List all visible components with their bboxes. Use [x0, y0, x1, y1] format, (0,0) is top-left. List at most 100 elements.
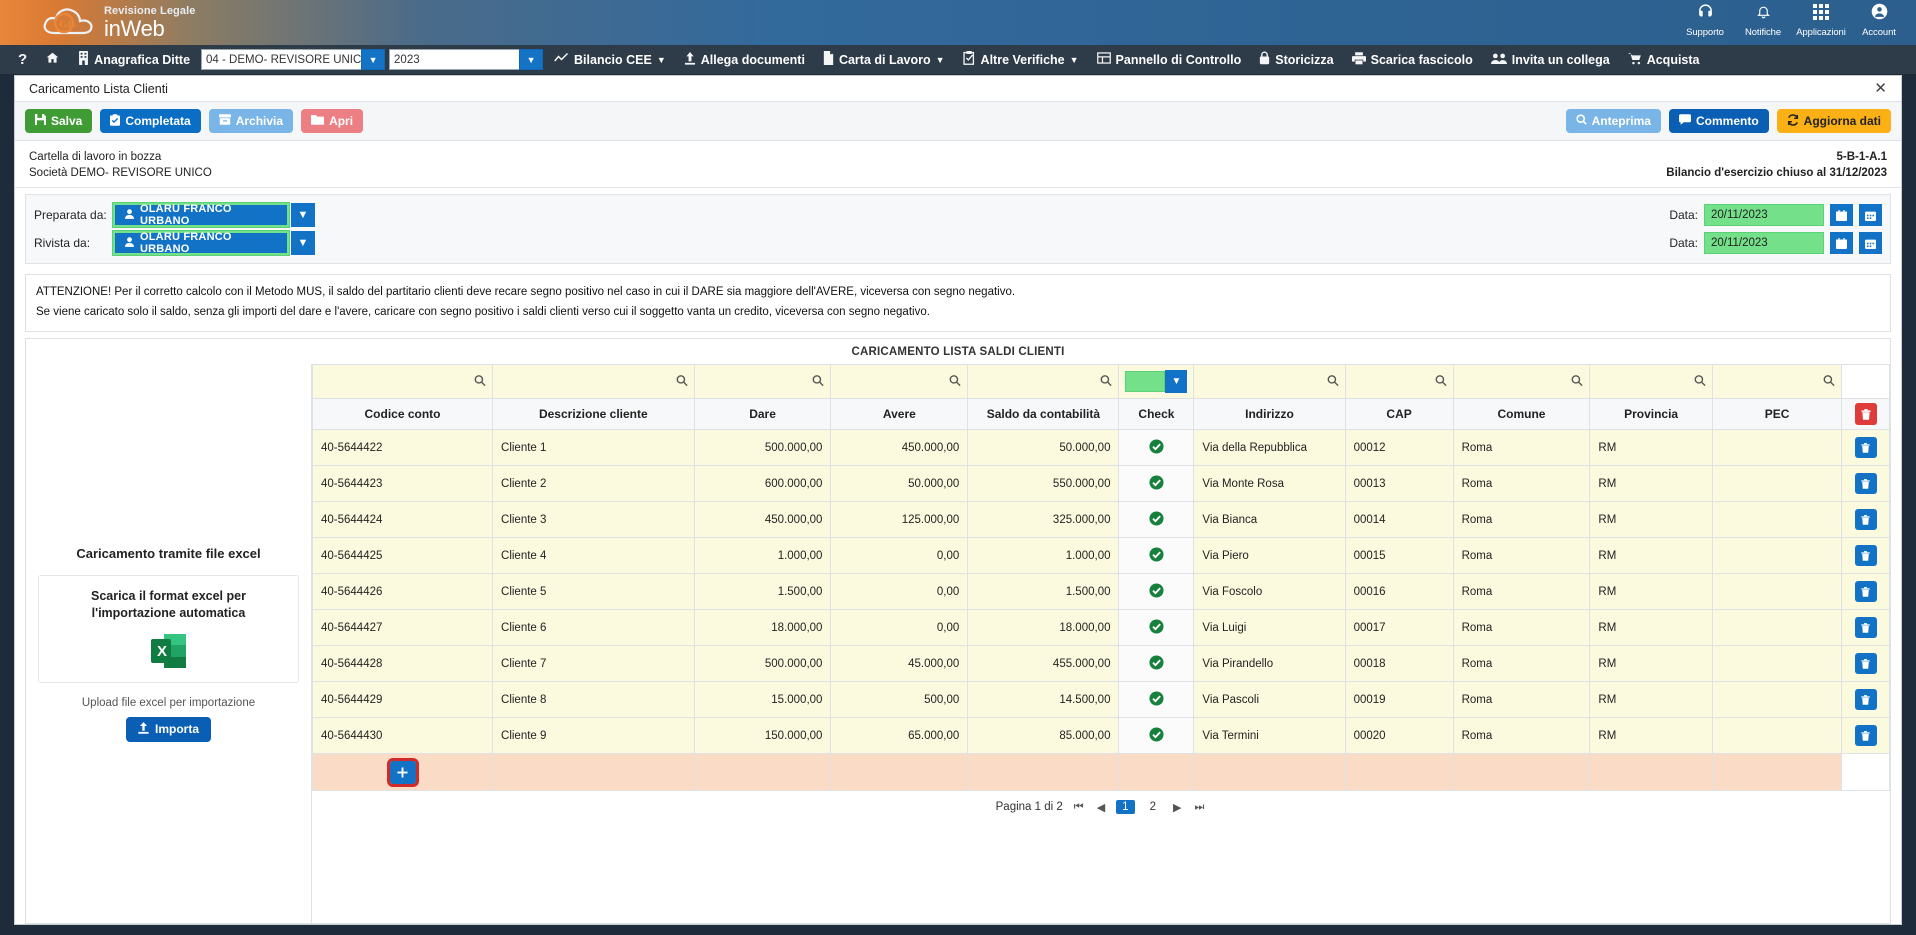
row-delete-button[interactable]	[1854, 617, 1877, 638]
cell-saldo[interactable]: 1.000,00	[967, 537, 1120, 574]
cell-provincia[interactable]: RM	[1589, 645, 1713, 682]
cell-avere[interactable]: 65.000,00	[830, 717, 969, 754]
row-delete-button[interactable]	[1854, 725, 1877, 746]
cell-dare[interactable]: 1.500,00	[693, 573, 832, 610]
prepared-by-field[interactable]: OLARU FRANCO URBANO	[112, 202, 290, 228]
menu-item-invita-un-collega[interactable]: Invita un collega	[1482, 45, 1619, 75]
check-filter-swatch[interactable]	[1125, 371, 1166, 392]
year-selector-dropdown-icon[interactable]: ▼	[519, 49, 544, 70]
cell-saldo[interactable]: 455.000,00	[967, 645, 1120, 682]
column-header-dare[interactable]: Dare	[693, 398, 832, 430]
anagrafica-ditte-menu[interactable]: Anagrafica Ditte	[69, 45, 199, 75]
account-button[interactable]: Account	[1850, 2, 1908, 38]
cell-cap[interactable]: 00015	[1344, 537, 1454, 574]
completed-button[interactable]: Completata	[100, 109, 201, 133]
pagination-prev-button[interactable]: ◀	[1095, 801, 1107, 814]
cell-saldo[interactable]: 325.000,00	[967, 501, 1120, 538]
excel-file-icon[interactable]: X	[148, 630, 190, 672]
filter-cell-descrizione[interactable]	[492, 364, 695, 399]
column-header-provincia[interactable]: Provincia	[1589, 398, 1713, 430]
reviewed-date-input[interactable]	[1704, 232, 1824, 254]
search-icon[interactable]	[949, 374, 961, 389]
cell-pec[interactable]	[1711, 501, 1843, 538]
menu-item-acquista[interactable]: Acquista	[1619, 45, 1709, 75]
prepared-date-input[interactable]	[1704, 204, 1824, 226]
add-row-button[interactable]	[386, 757, 419, 787]
pagination-page-2[interactable]: 2	[1144, 800, 1162, 814]
reviewed-by-dropdown-icon[interactable]: ▼	[291, 231, 315, 255]
cell-pec[interactable]	[1711, 429, 1843, 466]
row-delete-button[interactable]	[1854, 653, 1877, 674]
cell-comune[interactable]: Roma	[1452, 717, 1591, 754]
cell-provincia[interactable]: RM	[1589, 465, 1713, 502]
cell-codice-conto[interactable]: 40-5644423	[311, 465, 494, 502]
cell-indirizzo[interactable]: Via Pirandello	[1193, 645, 1346, 682]
cell-dare[interactable]: 1.000,00	[693, 537, 832, 574]
search-icon[interactable]	[812, 374, 825, 389]
cell-avere[interactable]: 0,00	[830, 573, 969, 610]
cell-indirizzo[interactable]: Via Monte Rosa	[1193, 465, 1346, 502]
search-icon[interactable]	[676, 374, 688, 389]
cell-avere[interactable]: 450.000,00	[830, 429, 969, 466]
cell-codice-conto[interactable]: 40-5644424	[311, 501, 494, 538]
cell-saldo[interactable]: 85.000,00	[967, 717, 1120, 754]
cell-avere[interactable]: 50.000,00	[830, 465, 969, 502]
cell-pec[interactable]	[1711, 573, 1843, 610]
cell-comune[interactable]: Roma	[1452, 429, 1591, 466]
cell-comune[interactable]: Roma	[1452, 537, 1591, 574]
column-header-avere[interactable]: Avere	[830, 398, 969, 430]
excel-download-card[interactable]: Scarica il format excel per l'importazio…	[38, 574, 299, 683]
cell-provincia[interactable]: RM	[1589, 609, 1713, 646]
prepared-by-chip[interactable]: OLARU FRANCO URBANO	[115, 203, 287, 227]
cell-indirizzo[interactable]: Via Pascoli	[1193, 681, 1346, 718]
column-header-descrizione-cliente[interactable]: Descrizione cliente	[492, 398, 695, 430]
column-header-pec[interactable]: PEC	[1711, 398, 1843, 430]
cell-codice-conto[interactable]: 40-5644422	[311, 429, 494, 466]
column-header-codice-conto[interactable]: Codice conto	[311, 398, 494, 430]
archive-button[interactable]: Archivia	[208, 109, 294, 133]
menu-item-altre-verifiche[interactable]: Altre Verifiche ▼	[954, 45, 1088, 75]
cell-descrizione[interactable]: Cliente 8	[492, 681, 695, 718]
search-icon[interactable]	[1100, 374, 1113, 389]
cell-codice-conto[interactable]: 40-5644426	[311, 573, 494, 610]
cell-descrizione[interactable]: Cliente 2	[492, 465, 695, 502]
cell-indirizzo[interactable]: Via Luigi	[1193, 609, 1346, 646]
save-button[interactable]: Salva	[25, 109, 93, 133]
cell-dare[interactable]: 600.000,00	[693, 465, 832, 502]
cell-codice-conto[interactable]: 40-5644425	[311, 537, 494, 574]
company-selector[interactable]: 04 - DEMO- REVISORE UNICO ▼	[201, 49, 386, 70]
cell-codice-conto[interactable]: 40-5644428	[311, 645, 494, 682]
cell-indirizzo[interactable]: Via Termini	[1193, 717, 1346, 754]
cell-pec[interactable]	[1711, 465, 1843, 502]
comment-button[interactable]: Commento	[1668, 109, 1769, 133]
year-selector[interactable]: 2023 ▼	[389, 49, 544, 70]
search-icon[interactable]	[1327, 374, 1339, 389]
home-button[interactable]	[36, 45, 69, 75]
menu-item-pannello-di-controllo[interactable]: Pannello di Controllo	[1088, 45, 1251, 75]
cell-avere[interactable]: 125.000,00	[830, 501, 969, 538]
cell-saldo[interactable]: 50.000,00	[967, 429, 1120, 466]
row-delete-button[interactable]	[1854, 473, 1877, 494]
cell-provincia[interactable]: RM	[1589, 717, 1713, 754]
cell-comune[interactable]: Roma	[1452, 681, 1591, 718]
cell-pec[interactable]	[1711, 537, 1843, 574]
cell-saldo[interactable]: 18.000,00	[967, 609, 1120, 646]
cell-codice-conto[interactable]: 40-5644429	[311, 681, 494, 718]
filter-cell-indirizzo[interactable]	[1193, 364, 1346, 399]
pagination-page-1[interactable]: 1	[1116, 800, 1135, 814]
filter-cell-codice-conto[interactable]	[311, 364, 494, 399]
cell-indirizzo[interactable]: Via della Repubblica	[1193, 429, 1346, 466]
menu-item-storicizza[interactable]: Storicizza	[1250, 45, 1342, 75]
reviewed-date-calendar-icon[interactable]	[1830, 232, 1853, 254]
cell-provincia[interactable]: RM	[1589, 501, 1713, 538]
column-header-indirizzo[interactable]: Indirizzo	[1193, 398, 1346, 430]
cell-descrizione[interactable]: Cliente 6	[492, 609, 695, 646]
cell-pec[interactable]	[1711, 609, 1843, 646]
row-delete-button[interactable]	[1854, 437, 1877, 458]
cell-descrizione[interactable]: Cliente 1	[492, 429, 695, 466]
cell-avere[interactable]: 0,00	[830, 537, 969, 574]
cell-comune[interactable]: Roma	[1452, 465, 1591, 502]
cell-indirizzo[interactable]: Via Piero	[1193, 537, 1346, 574]
cell-avere[interactable]: 500,00	[830, 681, 969, 718]
open-button[interactable]: Apri	[301, 109, 364, 133]
